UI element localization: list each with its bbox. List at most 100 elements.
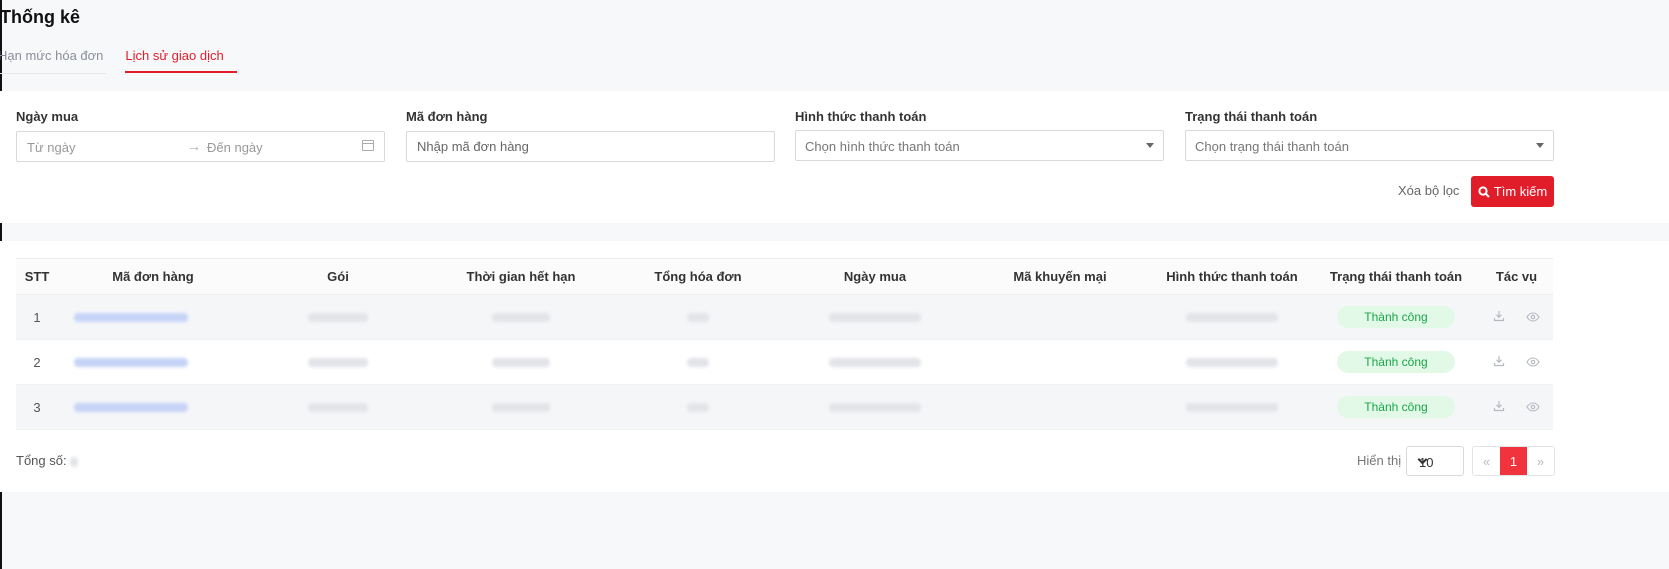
promo-cell <box>968 384 1152 430</box>
expiry-cell <box>428 384 614 430</box>
redacted-text <box>492 402 550 412</box>
redacted-text <box>1186 402 1278 412</box>
redacted-text <box>1186 357 1278 367</box>
order-code-link[interactable] <box>58 384 248 430</box>
col-actions: Tác vụ <box>1480 258 1553 295</box>
actions-cell <box>1480 294 1553 340</box>
redacted-text <box>308 312 368 322</box>
tab-divider <box>0 73 106 74</box>
status-cell: Thành công <box>1312 339 1480 385</box>
payment-status-placeholder: Chọn trạng thái thanh toán <box>1195 139 1349 154</box>
page-size-label: Hiển thị <box>1357 453 1402 468</box>
table-row: 2 Thành công <box>16 339 1553 385</box>
table-row: 1 Thành công <box>16 294 1553 340</box>
payment-method-select[interactable]: Chọn hình thức thanh toán <box>795 130 1164 161</box>
row-index: 2 <box>16 339 58 385</box>
redacted-text <box>308 357 368 367</box>
payment-method-label: Hình thức thanh toán <box>795 109 927 124</box>
col-payment-method: Hình thức thanh toán <box>1152 258 1312 295</box>
download-icon[interactable] <box>1493 400 1505 415</box>
order-code-field <box>406 131 775 162</box>
date-range-picker[interactable]: Từ ngày → Đến ngày <box>16 131 385 162</box>
tab-invoice-limit[interactable]: Hạn mức hóa đơn <box>0 48 103 73</box>
expiry-cell <box>428 294 614 340</box>
status-badge: Thành công <box>1337 396 1455 418</box>
redacted-text <box>492 357 550 367</box>
expiry-cell <box>428 339 614 385</box>
transactions-table: STT Mã đơn hàng Gói Thời gian hết hạn Tổ… <box>16 258 1553 430</box>
col-expiry: Thời gian hết hạn <box>428 258 614 295</box>
actions-cell <box>1480 384 1553 430</box>
total-cell <box>614 339 782 385</box>
download-icon[interactable] <box>1493 355 1505 370</box>
page-title: Thống kê <box>0 7 80 27</box>
table-row: 3 Thành công <box>16 384 1553 430</box>
view-icon[interactable] <box>1526 400 1540 415</box>
order-code-label: Mã đơn hàng <box>406 109 488 124</box>
promo-cell <box>968 339 1152 385</box>
payment-method-placeholder: Chọn hình thức thanh toán <box>805 139 960 154</box>
payment-status-select[interactable]: Chọn trạng thái thanh toán <box>1185 130 1554 161</box>
col-total-invoice: Tổng hóa đơn <box>614 258 782 295</box>
redacted-text <box>492 312 550 322</box>
status-badge: Thành công <box>1337 306 1455 328</box>
order-code-input[interactable] <box>407 132 774 161</box>
package-cell <box>248 294 428 340</box>
order-code-link[interactable] <box>58 339 248 385</box>
next-page-button[interactable]: » <box>1527 447 1554 475</box>
purchase-date-cell <box>782 339 968 385</box>
page-button-current[interactable]: 1 <box>1500 447 1527 475</box>
redacted-text <box>687 402 709 412</box>
tab-bar: Hạn mức hóa đơn Lịch sử giao dịch <box>0 48 261 73</box>
purchase-date-label: Ngày mua <box>16 109 79 124</box>
purchase-date-cell <box>782 384 968 430</box>
purchase-date-cell <box>782 294 968 340</box>
total-cell <box>614 384 782 430</box>
download-icon[interactable] <box>1493 310 1505 325</box>
redacted-text <box>74 357 188 367</box>
pagination: « 1 » <box>1472 446 1555 476</box>
redacted-text <box>308 402 368 412</box>
payment-status-label: Trạng thái thanh toán <box>1185 109 1318 124</box>
total-count: Tổng số: <box>16 453 78 468</box>
col-order-code: Mã đơn hàng <box>58 258 248 295</box>
date-to-placeholder[interactable]: Đến ngày <box>207 140 263 155</box>
arrow-right-icon: → <box>187 138 201 154</box>
filter-panel: Ngày mua Từ ngày → Đến ngày Mã đơn hàng … <box>0 91 1669 223</box>
view-icon[interactable] <box>1526 310 1540 325</box>
page-size-select[interactable]: 10 <box>1406 446 1464 476</box>
redacted-text <box>829 357 921 367</box>
col-promo-code: Mã khuyến mại <box>968 258 1152 295</box>
search-icon <box>1478 185 1490 198</box>
redacted-text <box>829 402 921 412</box>
tab-transaction-history[interactable]: Lịch sử giao dịch <box>125 48 237 73</box>
redacted-text <box>1186 312 1278 322</box>
col-package: Gói <box>248 258 428 295</box>
col-payment-status: Trạng thái thanh toán <box>1312 258 1480 295</box>
total-cell <box>614 294 782 340</box>
redacted-text <box>74 402 188 412</box>
table-header-row: STT Mã đơn hàng Gói Thời gian hết hạn Tổ… <box>16 258 1553 295</box>
caret-down-icon <box>1146 143 1154 148</box>
redacted-text <box>829 312 921 322</box>
order-code-link[interactable] <box>58 294 248 340</box>
status-badge: Thành công <box>1337 351 1455 373</box>
promo-cell <box>968 294 1152 340</box>
payment-method-cell <box>1152 339 1312 385</box>
status-cell: Thành công <box>1312 294 1480 340</box>
search-button-label: Tìm kiếm <box>1493 184 1548 199</box>
row-index: 1 <box>16 294 58 340</box>
actions-cell <box>1480 339 1553 385</box>
redacted-text <box>74 312 188 322</box>
redacted-text <box>69 456 78 467</box>
search-button[interactable]: Tìm kiếm <box>1471 176 1554 207</box>
caret-down-icon <box>1536 143 1544 148</box>
payment-method-cell <box>1152 294 1312 340</box>
prev-page-button[interactable]: « <box>1473 447 1500 475</box>
date-from-placeholder[interactable]: Từ ngày <box>27 140 75 155</box>
redacted-text <box>687 357 709 367</box>
clear-filter-button[interactable]: Xóa bộ lọc <box>1398 183 1459 198</box>
row-index: 3 <box>16 384 58 430</box>
calendar-icon <box>362 140 374 151</box>
view-icon[interactable] <box>1526 355 1540 370</box>
